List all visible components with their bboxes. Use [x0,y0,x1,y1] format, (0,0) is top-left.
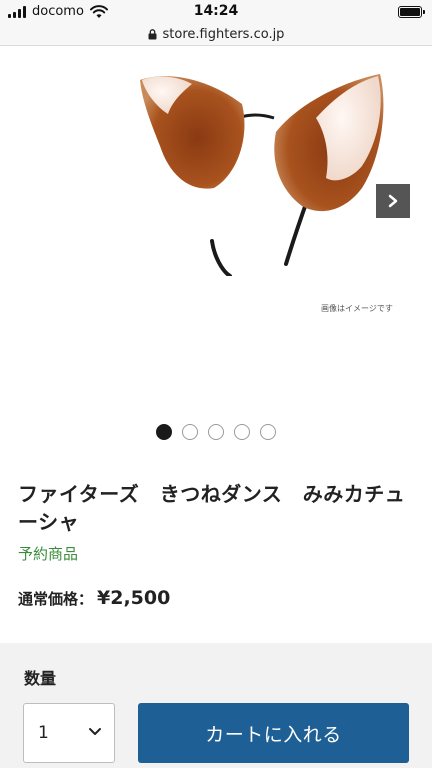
gallery-dot-5[interactable] [260,424,276,440]
chevron-down-icon [89,728,101,735]
preorder-badge: 予約商品 [18,545,79,563]
price-label: 通常価格： [18,590,94,608]
next-image-button[interactable] [376,184,410,218]
address-bar[interactable]: store.fighters.co.jp [0,24,432,46]
product-image-gallery[interactable]: 画像はイメージです [0,46,432,406]
price-row: 通常価格： ¥2,500 [18,587,170,609]
product-image [140,74,384,276]
gallery-dot-2[interactable] [182,424,198,440]
add-to-cart-button[interactable]: カートに入れる [138,703,409,763]
image-disclaimer: 画像はイメージです [321,304,393,313]
price-value: ¥2,500 [97,587,171,609]
battery-icon [398,6,425,18]
gallery-dot-1[interactable] [156,424,172,440]
status-time: 14:24 [193,3,239,19]
gallery-pagination [0,424,432,440]
quantity-value: 1 [38,723,49,743]
quantity-select[interactable]: 1 [23,703,115,763]
quantity-label: 数量 [24,669,57,688]
product-title: ファイターズ きつねダンス みみカチューシャ [18,482,406,534]
purchase-section: 数量 1 カートに入れる [0,643,432,768]
url-text: store.fighters.co.jp [162,27,285,42]
gallery-dot-4[interactable] [234,424,250,440]
gallery-dot-3[interactable] [208,424,224,440]
chevron-right-icon [388,194,398,208]
lock-icon [148,29,157,40]
status-bar: docomo 14:24 [0,0,432,24]
